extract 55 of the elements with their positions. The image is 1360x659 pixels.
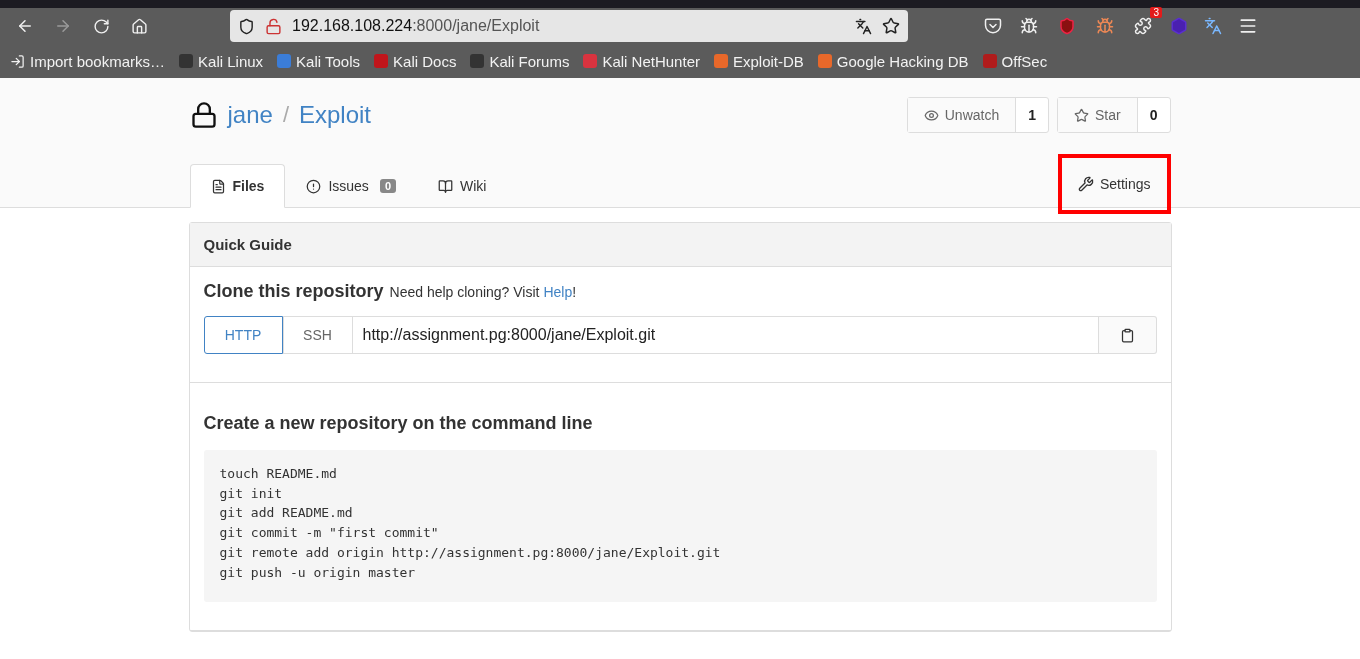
bookmark-link[interactable]: Google Hacking DB: [817, 52, 969, 70]
bookmark-link[interactable]: Kali Forums: [470, 52, 570, 70]
bookmark-link[interactable]: Exploit-DB: [713, 52, 804, 70]
reload-icon: [92, 17, 110, 35]
insecure-lock-icon: [265, 17, 282, 35]
shield-icon: [238, 17, 255, 35]
copy-button[interactable]: [1098, 316, 1157, 354]
lock-icon: [189, 101, 218, 129]
clipboard-icon: [1119, 327, 1135, 343]
bookmark-link[interactable]: Kali Docs: [374, 52, 457, 70]
bookmark-link[interactable]: Kali Tools: [277, 52, 361, 70]
tab-label: Issues: [328, 178, 369, 194]
book-icon: [438, 178, 453, 194]
settings-tab[interactable]: Settings: [1057, 154, 1171, 214]
tab-label: Files: [232, 178, 265, 194]
star-button[interactable]: Star: [1058, 98, 1138, 132]
repo-tab[interactable]: Issues 0: [285, 164, 417, 208]
pocket-icon[interactable]: [984, 17, 1002, 35]
count-text[interactable]: 0: [1137, 98, 1170, 132]
translate-icon[interactable]: [855, 17, 872, 35]
eye-icon: [923, 107, 939, 123]
protocol-button[interactable]: SSH: [282, 316, 353, 354]
repo-tab[interactable]: Wiki: [417, 164, 508, 208]
protocol-button[interactable]: HTTP: [203, 316, 283, 354]
forward-arrow-icon: [54, 17, 72, 35]
home-icon: [130, 17, 148, 35]
star-icon: [1074, 107, 1089, 123]
menu-icon[interactable]: [1238, 16, 1258, 36]
bookmark-link[interactable]: OffSec: [982, 52, 1048, 70]
help-text: Need help cloning? Visit Help!: [389, 284, 577, 300]
path-separator: /: [282, 102, 289, 128]
bookmark-link[interactable]: Import bookmarks…: [10, 52, 166, 70]
tab-label: Wiki: [460, 178, 487, 194]
bookmark-link[interactable]: Kali Linux: [179, 52, 264, 70]
notification-badge: 3: [1150, 7, 1162, 18]
count-text[interactable]: 1: [1016, 98, 1048, 132]
owner-link[interactable]: jane: [227, 101, 273, 129]
import-icon: [10, 53, 25, 69]
card-title: Quick Guide: [189, 223, 1171, 267]
bookmark-star-icon[interactable]: [882, 17, 900, 35]
unwatch-button[interactable]: Unwatch: [907, 98, 1017, 132]
section-heading: Create a new repository on the command line: [203, 413, 594, 434]
code-block: touch README.md git init git add README.md git commit -m "first commit" git remote add origin http://assignment.pg:8000/jane/Exploit.git git push -u origin master: [203, 450, 1157, 602]
url-text: 192.168.108.224:8000/jane/Exploit: [292, 17, 541, 35]
wrench-icon: [1077, 176, 1094, 192]
bookmark-link[interactable]: Kali NetHunter: [583, 52, 700, 70]
count-badge: 0: [379, 179, 396, 193]
file-icon: [210, 178, 226, 194]
repo-tab[interactable]: Files: [189, 164, 286, 208]
puzzle-icon[interactable]: [1134, 17, 1152, 35]
section-heading: Clone this repository: [203, 281, 384, 302]
issue-icon: [306, 178, 322, 194]
address-bar[interactable]: 192.168.108.224:8000/jane/Exploit: [230, 10, 908, 42]
repo-name-link[interactable]: Exploit: [299, 101, 372, 129]
clone-url-field[interactable]: http://assignment.pg:8000/jane/Exploit.git: [352, 316, 1099, 354]
